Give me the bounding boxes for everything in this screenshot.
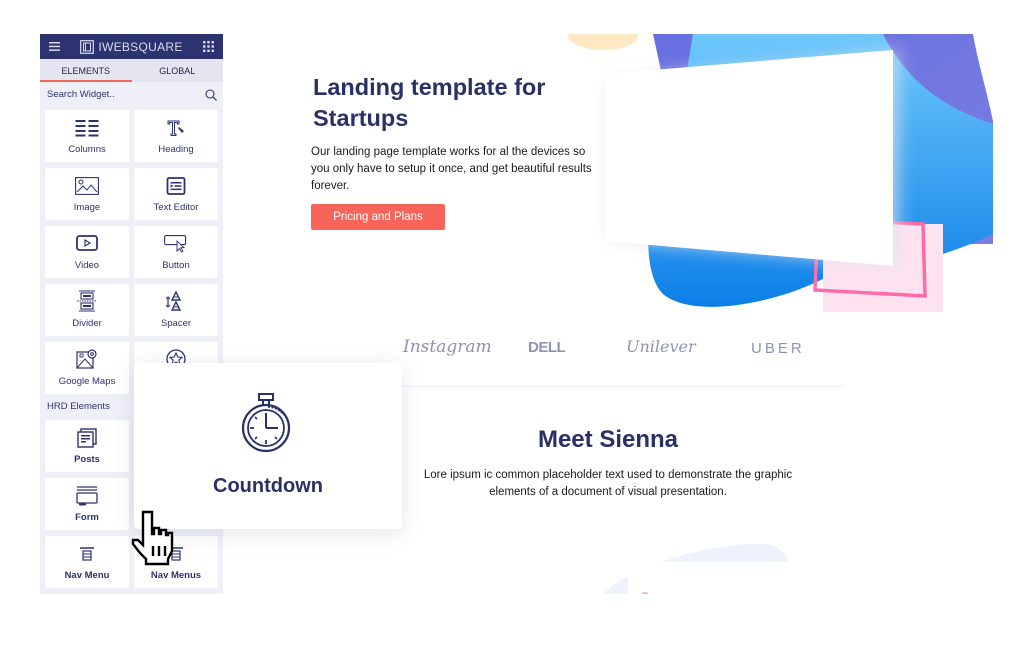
sidebar-tabs: ELEMENTS GLOBAL [40,59,223,82]
widget-posts[interactable]: Posts [45,420,129,472]
widget-label: Video [74,260,100,271]
logo-dell: DELL [528,339,566,356]
widget-heading[interactable]: Heading [134,110,218,162]
section-divider [393,386,843,387]
hamburger-menu-icon[interactable] [49,42,60,51]
logo-unilever: Unilever [626,337,696,356]
tab-elements[interactable]: ELEMENTS [40,59,132,82]
widget-label: Google Maps [58,376,116,387]
widget-label: Text Editor [153,202,199,213]
stopwatch-icon [238,393,296,458]
image-icon [75,177,99,200]
widget-label: Columns [68,144,106,155]
countdown-label: Countdown [213,475,323,497]
widget-video[interactable]: Video [45,226,129,278]
widget-label: Spacer [160,318,192,329]
widget-button[interactable]: Button [134,226,218,278]
widget-spacer[interactable]: Spacer [134,284,218,336]
widget-columns[interactable]: Columns [45,110,129,162]
posts-icon [77,428,97,453]
widget-label: Divider [72,318,102,329]
widget-label: Nav Menus [150,570,202,581]
section-label-hrd: HRD Elements [47,401,110,412]
bottom-illustration [603,543,813,594]
widget-search-input[interactable]: Search Widget.. [40,82,223,107]
search-placeholder: Search Widget.. [47,89,115,100]
video-icon [76,235,98,256]
countdown-drag-preview[interactable]: Countdown [134,363,402,529]
widget-label: Heading [158,144,194,155]
widget-image[interactable]: Image [45,168,129,220]
map-icon [76,349,98,374]
hand-cursor-icon [131,510,174,566]
logo-instagram: Instagram [403,337,492,357]
spacer-icon [165,290,186,316]
sidebar-topbar: IWEBSQUARE [40,34,223,59]
columns-icon [75,119,99,142]
logo-uber: UBER [751,340,805,357]
client-logos: Instagram DELL Unilever UBER [403,337,823,361]
apps-grid-icon[interactable] [202,41,214,52]
meet-title: Meet Sienna [537,426,679,453]
form-icon [76,486,98,511]
widget-label: Nav Menu [64,570,110,581]
text-editor-icon [166,177,186,200]
heading-icon [166,119,186,142]
brand-mark-icon [80,39,95,54]
hero-illustration [568,34,993,312]
tab-global[interactable]: GLOBAL [132,59,224,82]
widget-nav-menu[interactable]: Nav Menu [45,536,129,588]
divider-icon [76,290,98,317]
pricing-and-plans-button[interactable]: Pricing and Plans [311,204,445,230]
search-icon[interactable] [205,88,217,101]
brand-logo: IWEBSQUARE [80,40,182,54]
meet-description: Lore ipsum ic common placeholder text us… [423,469,793,498]
nav-menu-icon [79,547,95,566]
widget-label: Posts [74,454,100,465]
widget-divider[interactable]: Divider [45,284,129,336]
brand-name: IWEBSQUARE [98,39,183,54]
widget-text-editor[interactable]: Text Editor [134,168,218,220]
editor-canvas: IWEBSQUARE ELEMENTS GLOBAL Search Widget… [40,34,993,594]
widget-label: Form [75,512,99,523]
hero-title: Landing template for Startups [313,74,546,131]
widget-label: Image [73,202,101,213]
widget-label: Button [162,260,190,271]
widget-form[interactable]: Form [45,478,129,530]
hero-description: Our landing page template works for al t… [311,146,592,192]
widget-google-maps[interactable]: Google Maps [45,342,129,394]
button-icon [164,235,188,258]
